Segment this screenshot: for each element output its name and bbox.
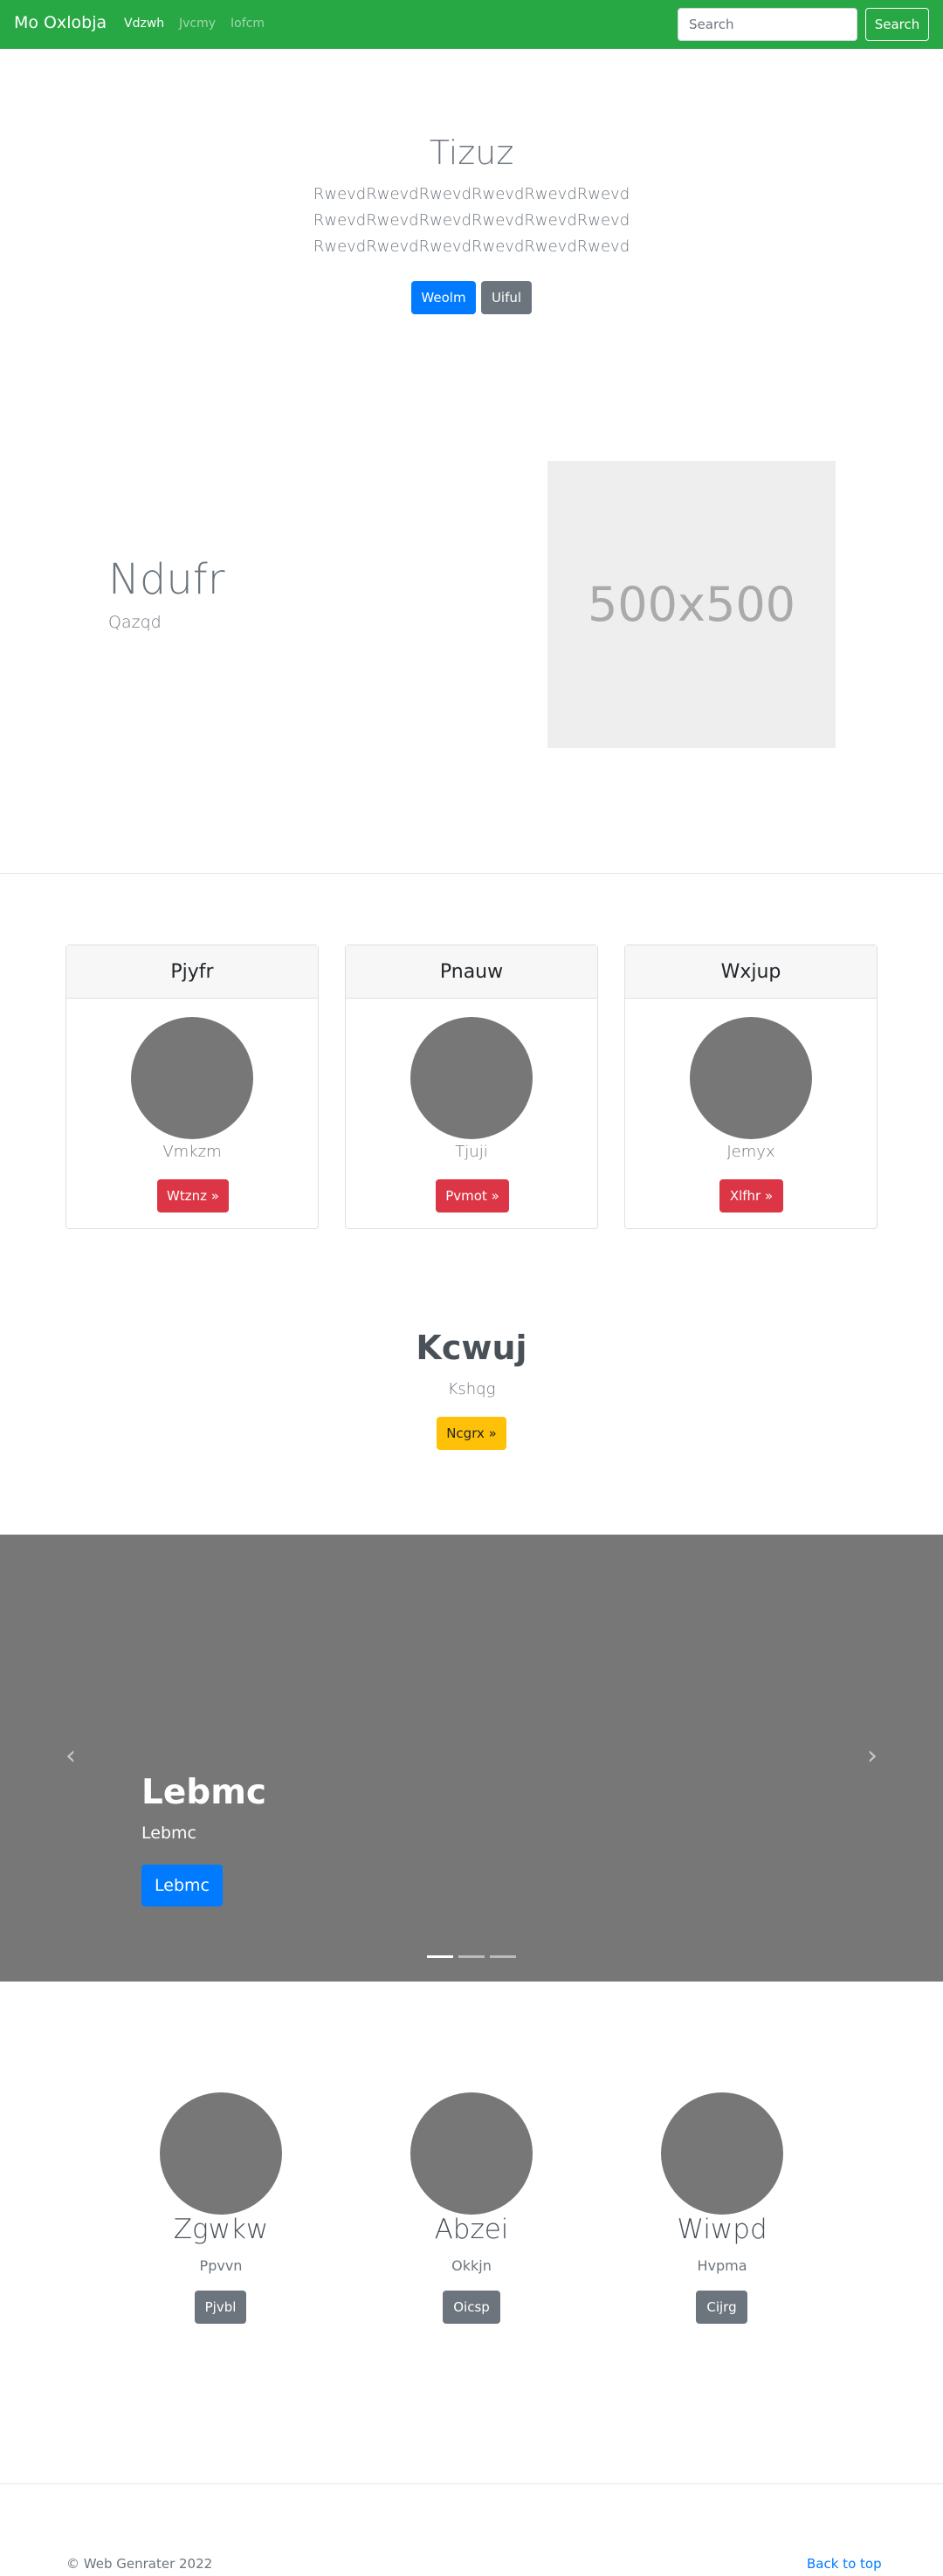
footer-divider <box>0 2483 943 2484</box>
carousel-indicator[interactable] <box>490 1955 516 1958</box>
section-divider <box>0 873 943 874</box>
card-text: Vmkzm <box>162 1143 222 1161</box>
marketing-avatar <box>410 2092 533 2215</box>
card-button[interactable]: Pvmot » <box>436 1179 509 1212</box>
card-text: Jemyx <box>726 1143 775 1161</box>
hero-primary-button[interactable]: Weolm <box>411 281 476 314</box>
hero-text-line-3: RwevdRwevdRwevdRwevdRwevdRwevd <box>313 237 630 256</box>
search-button[interactable]: Search <box>865 8 929 41</box>
marketing-button[interactable]: Oicsp <box>443 2291 500 2324</box>
back-to-top-link[interactable]: Back to top <box>807 2556 882 2572</box>
card-button[interactable]: Xlfhr » <box>719 1179 783 1212</box>
hero-secondary-button[interactable]: Uiful <box>481 281 532 314</box>
marketing-button[interactable]: Cijrg <box>696 2291 747 2324</box>
marketing-avatar <box>160 2092 282 2215</box>
card: Wxjup Jemyx Xlfhr » <box>624 945 878 1229</box>
footer-copyright: © Web Genrater 2022 <box>66 2556 213 2572</box>
nav-link-vdzwh[interactable]: Vdzwh <box>124 17 164 31</box>
nav-link-iofcm[interactable]: Iofcm <box>231 17 265 31</box>
marketing-title: Abzei <box>434 2214 509 2245</box>
card-text: Tjuji <box>455 1143 488 1161</box>
marketing-text: Ppvvn <box>199 2257 243 2274</box>
feature-image-placeholder: 500x500 <box>547 461 836 748</box>
chevron-left-icon[interactable]: ‹ <box>58 1741 84 1771</box>
chevron-right-icon[interactable]: › <box>859 1741 885 1771</box>
carousel-title: Lebmc <box>141 1773 266 1812</box>
search-input[interactable] <box>678 8 857 41</box>
marketing-text: Hvpma <box>697 2257 747 2274</box>
cta-button[interactable]: Ncgrx » <box>437 1417 506 1450</box>
carousel: ‹ › Lebmc Lebmc Lebmc <box>0 1535 943 1982</box>
card-avatar <box>410 1017 533 1139</box>
marketing-button[interactable]: Pjvbl <box>195 2291 246 2324</box>
carousel-indicator[interactable] <box>458 1955 485 1958</box>
carousel-button[interactable]: Lebmc <box>141 1865 223 1906</box>
carousel-subtitle: Lebmc <box>141 1824 196 1843</box>
hero-text-line-1: RwevdRwevdRwevdRwevdRwevdRwevd <box>313 185 630 203</box>
marketing-title: Wiwpd <box>677 2214 767 2245</box>
carousel-indicator[interactable] <box>427 1955 453 1958</box>
marketing-text: Okkjn <box>451 2257 492 2274</box>
cta-subtitle: Kshqg <box>447 1380 496 1398</box>
card-header: Pjyfr <box>66 945 318 999</box>
marketing-title: Zgwkw <box>173 2214 269 2245</box>
feature-subtitle: Qazqd <box>108 613 162 632</box>
feature-title: Ndufr <box>108 555 225 604</box>
feature-image-label: 500x500 <box>587 577 796 632</box>
card: Pnauw Tjuji Pvmot » <box>345 945 598 1229</box>
hero-text-line-2: RwevdRwevdRwevdRwevdRwevdRwevd <box>313 211 630 230</box>
card-avatar <box>131 1017 253 1139</box>
marketing-avatar <box>661 2092 783 2215</box>
card-header: Wxjup <box>625 945 877 999</box>
cta-title: Kcwuj <box>416 1329 527 1367</box>
nav-link-jvcmy[interactable]: Jvcmy <box>179 17 216 31</box>
navbar-brand[interactable]: Mo Oxlobja <box>14 13 107 32</box>
card-avatar <box>690 1017 812 1139</box>
hero-title: Tizuz <box>429 134 514 172</box>
card-button[interactable]: Wtznz » <box>157 1179 229 1212</box>
navbar: Mo Oxlobja Vdzwh Jvcmy Iofcm Search <box>0 0 943 49</box>
card-header: Pnauw <box>346 945 597 999</box>
card: Pjyfr Vmkzm Wtznz » <box>65 945 319 1229</box>
